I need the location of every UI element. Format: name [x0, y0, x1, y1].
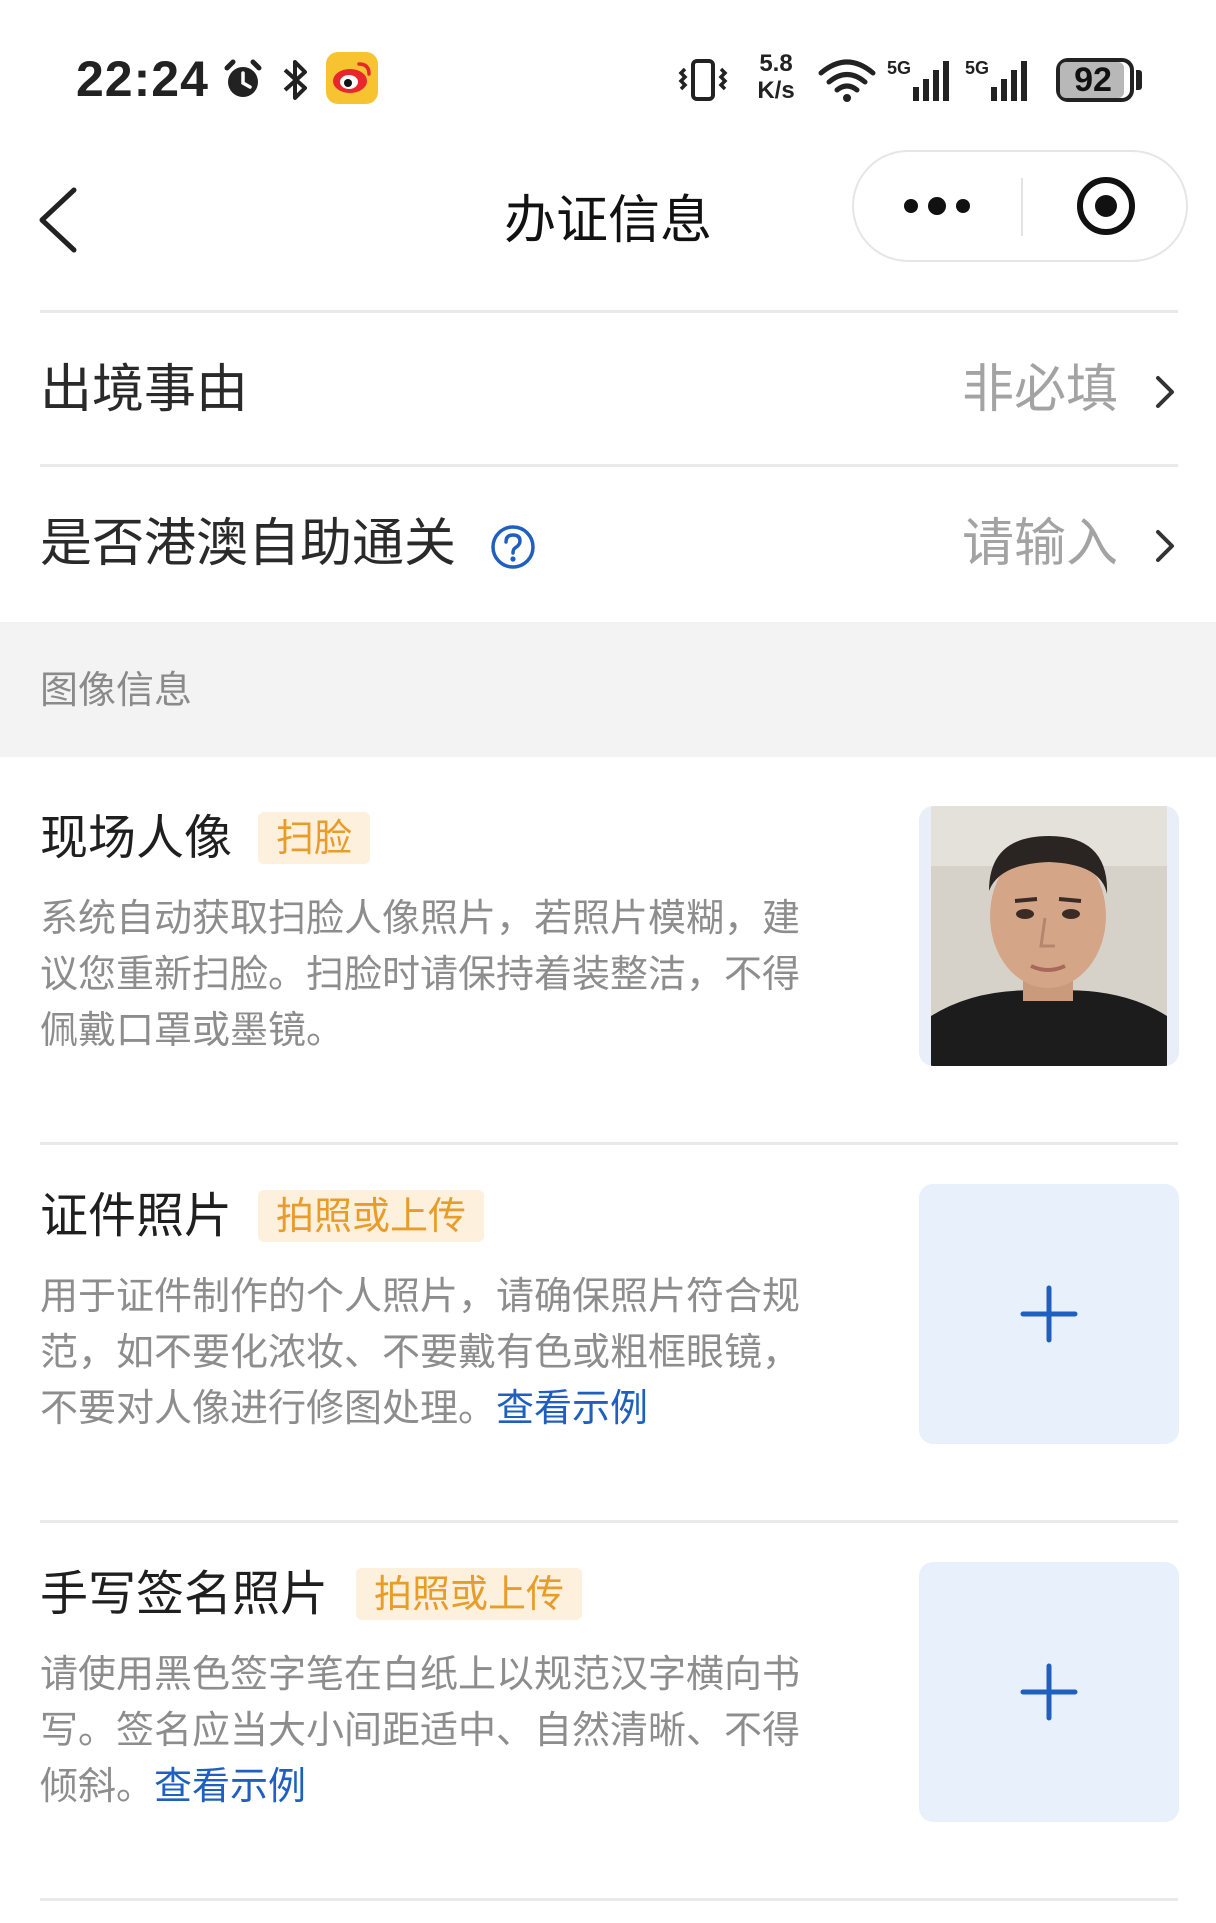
status-bar: 22:24 5.8 K/s 5G 5G 92: [0, 0, 1216, 150]
bluetooth-icon: [278, 56, 314, 104]
weibo-icon: [326, 52, 378, 104]
item-description: 请使用黑色签字笔在白纸上以规范汉字横向书写。签名应当大小间距适中、自然清晰、不得…: [40, 1646, 820, 1814]
item-tag: 拍照或上传: [356, 1568, 583, 1620]
net-speed-unit: K/s: [757, 77, 795, 104]
plus-icon: [1020, 1663, 1078, 1721]
signal-5g-icon: 5G: [886, 56, 956, 104]
net-speed-value: 5.8: [759, 50, 793, 77]
form-row-self-service-clearance[interactable]: 是否港澳自助通关 请输入: [0, 470, 1216, 620]
miniprogram-capsule: [852, 150, 1188, 262]
item-tag: 扫脸: [258, 812, 371, 864]
battery-icon: 92: [1056, 56, 1144, 104]
image-item-signature-photo: 手写签名照片 拍照或上传 请使用黑色签字笔在白纸上以规范汉字横向书写。签名应当大…: [0, 1562, 1216, 1842]
self-service-value: 请输入: [961, 514, 1118, 574]
nav-bar: 办证信息: [0, 150, 1216, 312]
divider: [40, 1142, 1178, 1145]
chevron-right-icon: [1152, 526, 1178, 566]
signal-5g-icon: 5G: [964, 56, 1034, 104]
upload-id-photo-button[interactable]: [919, 1184, 1179, 1444]
exit-reason-value: 非必填: [961, 360, 1118, 420]
close-miniprogram-icon[interactable]: [1026, 154, 1186, 258]
item-description: 系统自动获取扫脸人像照片，若照片模糊，建议您重新扫脸。扫脸时请保持着装整洁，不得…: [40, 896, 801, 1052]
status-time: 22:24: [76, 51, 209, 107]
item-description-text: 用于证件制作的个人照片，请确保照片符合规范，如不要化浓妆、不要戴有色或粗框眼镜，…: [40, 1274, 801, 1430]
divider: [40, 464, 1178, 467]
item-title: 手写签名照片: [40, 1566, 329, 1622]
item-title: 证件照片: [40, 1188, 233, 1244]
portrait-photo[interactable]: [919, 806, 1179, 1066]
capsule-divider: [1021, 178, 1023, 236]
view-example-link[interactable]: 查看示例: [496, 1386, 648, 1430]
image-item-live-portrait: 现场人像 扫脸 系统自动获取扫脸人像照片，若照片模糊，建议您重新扫脸。扫脸时请保…: [0, 806, 1216, 1086]
chevron-right-icon: [1152, 372, 1178, 412]
view-example-link[interactable]: 查看示例: [154, 1764, 306, 1808]
exit-reason-label: 出境事由: [40, 360, 249, 420]
divider: [40, 1520, 1178, 1523]
upload-signature-photo-button[interactable]: [919, 1562, 1179, 1822]
item-title: 现场人像: [40, 810, 233, 866]
alarm-icon: [220, 56, 266, 104]
item-tag: 拍照或上传: [258, 1190, 485, 1242]
divider: [40, 1898, 1178, 1901]
more-icon[interactable]: [856, 154, 1018, 258]
svg-text:5G: 5G: [965, 58, 989, 78]
net-speed: 5.8 K/s: [748, 50, 804, 104]
vibrate-icon: [674, 56, 732, 104]
svg-text:5G: 5G: [887, 58, 911, 78]
section-header-image-info: 图像信息: [0, 622, 1216, 757]
item-description: 用于证件制作的个人照片，请确保照片符合规范，如不要化浓妆、不要戴有色或粗框眼镜，…: [40, 1268, 820, 1436]
plus-icon: [1020, 1285, 1078, 1343]
section-title: 图像信息: [40, 668, 193, 712]
image-item-id-photo: 证件照片 拍照或上传 用于证件制作的个人照片，请确保照片符合规范，如不要化浓妆、…: [0, 1184, 1216, 1464]
divider: [40, 310, 1178, 313]
self-service-label: 是否港澳自助通关: [40, 514, 457, 574]
form-row-exit-reason[interactable]: 出境事由 非必填: [0, 316, 1216, 466]
wifi-icon: [816, 56, 880, 104]
battery-level: 92: [1074, 61, 1112, 99]
help-icon[interactable]: [490, 524, 536, 570]
